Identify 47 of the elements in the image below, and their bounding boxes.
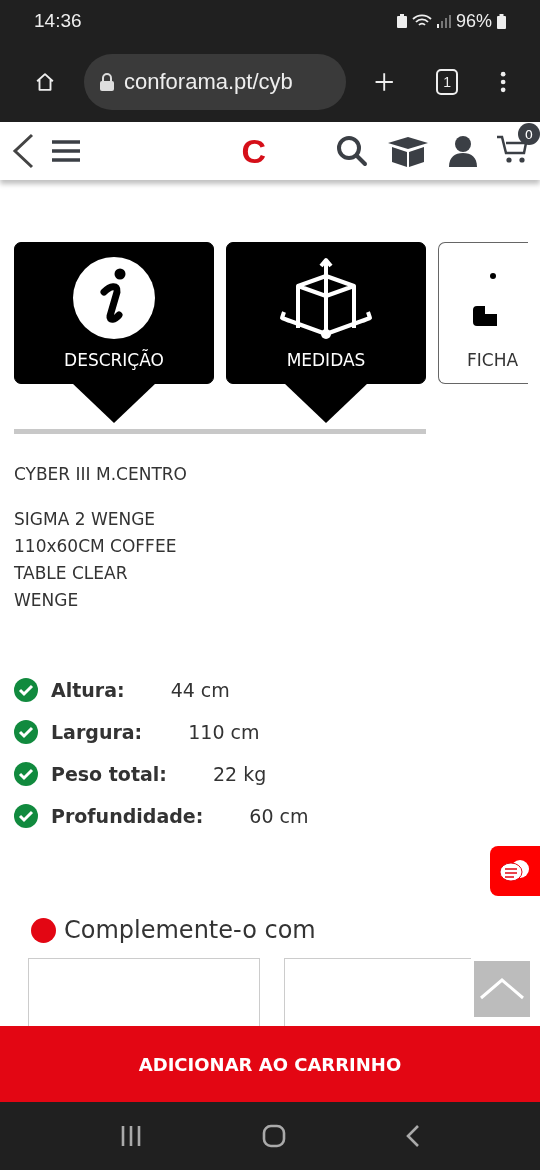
bullet-dot [31, 917, 56, 943]
signal-icon [436, 14, 451, 28]
spec-label: Largura: [51, 721, 143, 743]
recent-apps-icon[interactable] [120, 1125, 142, 1147]
spec-label: Altura: [51, 679, 125, 701]
battery-saver-icon [396, 14, 407, 28]
check-icon [14, 762, 38, 786]
spec-value: 44 cm [170, 679, 230, 701]
home-button-icon[interactable] [262, 1124, 286, 1148]
battery-level: 96% [455, 10, 492, 32]
add-to-cart-button[interactable]: ADICIONAR AO CARRINHO [0, 1026, 540, 1102]
check-icon [14, 804, 38, 828]
back-icon[interactable] [12, 133, 34, 169]
info-icon [72, 256, 156, 340]
document-icon [471, 272, 497, 326]
user-icon[interactable] [448, 135, 478, 167]
battery-icon [497, 13, 506, 29]
tab[interactable]: FICHA [438, 242, 528, 384]
description-line: WENGE [14, 589, 80, 612]
url-text: conforama.pt/cyb [124, 69, 293, 95]
search-icon[interactable] [336, 135, 368, 167]
logo[interactable]: C [241, 131, 266, 171]
menu-icon[interactable] [52, 139, 80, 163]
spec-label: Peso total: [51, 763, 167, 785]
address-bar[interactable]: conforama.pt/cyb [84, 54, 346, 110]
clock: 14:36 [34, 10, 82, 32]
description-line: TABLE CLEAR [14, 562, 129, 585]
description-line: SIGMA 2 WENGE [14, 508, 157, 531]
more-menu-icon[interactable] [499, 69, 506, 95]
back-nav-icon[interactable] [406, 1125, 420, 1147]
check-icon [14, 720, 38, 744]
chat-bubbles-icon [499, 859, 531, 883]
tab-count-button[interactable]: 1 [436, 69, 458, 95]
chat-button[interactable] [490, 846, 540, 896]
spec-value: 22 kg [212, 763, 267, 785]
spec-label: Profundidade: [51, 805, 204, 827]
cart-count-badge: 0 [518, 123, 540, 145]
section-title: Complemente-o com [64, 916, 316, 944]
cube-dimensions-icon [278, 256, 374, 340]
chevron-up-icon [480, 978, 524, 1000]
wifi-icon [411, 14, 432, 28]
description-line: 110x60CM COFFEE [14, 535, 178, 558]
lock-icon [100, 73, 114, 91]
check-icon [14, 678, 38, 702]
spec-value: 60 cm [249, 805, 309, 827]
product-name: CYBER III M.CENTRO [14, 464, 188, 484]
spec-value: 110 cm [188, 721, 260, 743]
